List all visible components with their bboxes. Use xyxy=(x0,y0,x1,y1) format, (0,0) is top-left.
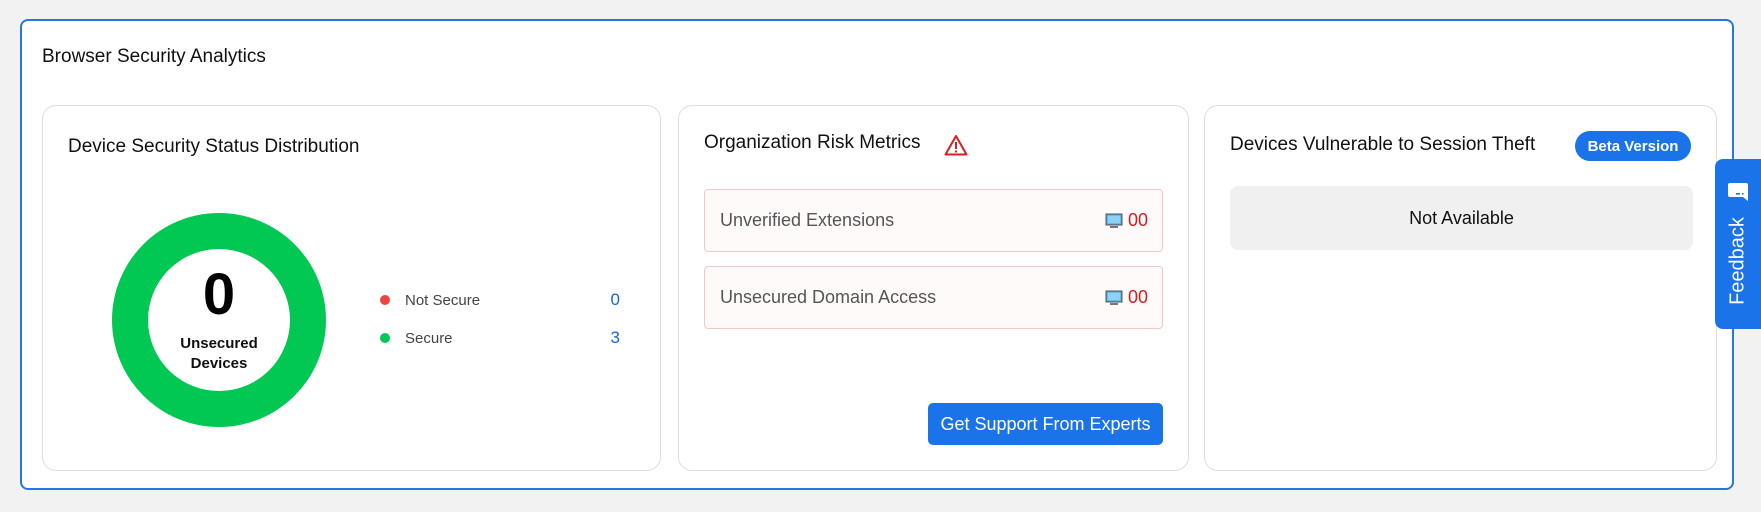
donut-center: 0 Unsecured Devices xyxy=(148,249,290,391)
computer-icon xyxy=(1105,290,1123,305)
legend-label: Not Secure xyxy=(405,291,481,309)
secure-dot-icon xyxy=(380,333,390,343)
warning-triangle-icon xyxy=(944,135,968,156)
metric-value: 00 xyxy=(1127,210,1148,230)
feedback-tab[interactable]: Feedback xyxy=(1715,159,1761,329)
not-secure-dot-icon xyxy=(380,295,390,305)
metric-value: 00 xyxy=(1127,287,1148,307)
organization-risk-metrics-card: Organization Risk Metrics Unverified Ext… xyxy=(678,105,1189,471)
device-security-distribution-card: Device Security Status Distribution 0 Un… xyxy=(42,105,661,471)
browser-security-analytics-panel: Browser Security Analytics Device Securi… xyxy=(20,19,1734,490)
metric-label: Unverified Extensions xyxy=(720,210,895,230)
security-donut-chart: 0 Unsecured Devices xyxy=(112,213,326,427)
distribution-title: Device Security Status Distribution xyxy=(68,136,360,157)
legend-label: Secure xyxy=(405,329,453,347)
metric-unverified-extensions[interactable]: Unverified Extensions 00 xyxy=(704,189,1163,252)
get-support-button[interactable]: Get Support From Experts xyxy=(928,403,1163,445)
chat-bubble-icon xyxy=(1728,183,1748,201)
legend-value: 3 xyxy=(610,328,620,347)
panel-title: Browser Security Analytics xyxy=(42,46,266,67)
session-title: Devices Vulnerable to Session Theft xyxy=(1230,134,1536,155)
beta-version-badge: Beta Version xyxy=(1575,131,1691,161)
unsecured-count: 0 xyxy=(202,262,236,327)
metric-unsecured-domain-access[interactable]: Unsecured Domain Access 00 xyxy=(704,266,1163,329)
computer-icon xyxy=(1105,213,1123,228)
metric-label: Unsecured Domain Access xyxy=(720,287,937,307)
session-status-box: Not Available xyxy=(1230,186,1693,250)
risk-title: Organization Risk Metrics xyxy=(704,132,921,153)
unsecured-label: Unsecured Devices xyxy=(180,335,258,372)
legend-item-secure[interactable]: Secure 3 xyxy=(380,328,620,348)
feedback-label: Feedback xyxy=(1726,217,1749,305)
session-theft-card: Devices Vulnerable to Session Theft Beta… xyxy=(1204,105,1717,471)
legend-item-not-secure[interactable]: Not Secure 0 xyxy=(380,290,620,310)
legend-value: 0 xyxy=(610,290,620,309)
